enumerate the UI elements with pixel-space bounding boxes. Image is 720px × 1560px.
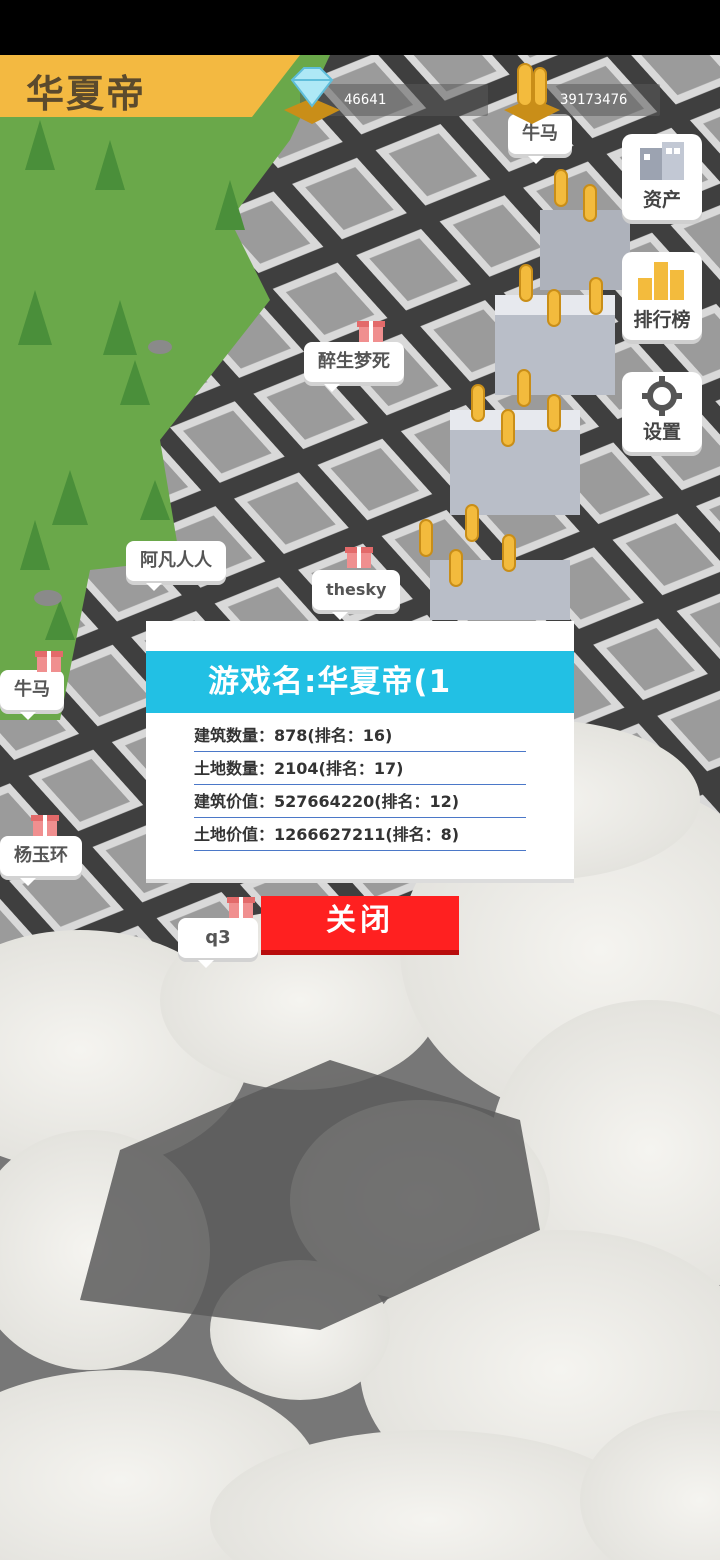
settings-button[interactable]: 设置 (622, 372, 702, 452)
row-value: 878(排名：16) (274, 726, 393, 745)
gift-box-icon (357, 321, 385, 342)
map-tag-player[interactable]: 牛马 (0, 670, 64, 720)
assets-label: 资产 (642, 189, 681, 211)
row-label: 建筑数量： (194, 726, 275, 745)
player-name-banner: 华夏帝 (0, 55, 300, 117)
gift-box-icon (345, 547, 373, 568)
status-bar (0, 0, 720, 55)
row-value: 527664220(排名：12) (274, 792, 460, 811)
gem-count: 46641 (344, 92, 387, 108)
bar-chart-icon (638, 262, 684, 300)
diamond-icon (284, 67, 340, 124)
map-tag-player[interactable]: 阿凡人人 (126, 541, 226, 591)
map-tag-player[interactable]: 醉生梦死 (304, 342, 404, 392)
game-map[interactable]: 华夏帝 46641 39173476 牛马 资产 排行榜 设置 醉生梦死 阿凡人… (0, 0, 720, 1560)
gear-icon (642, 376, 682, 416)
building-count-row: 建筑数量：878(排名：16) (194, 721, 526, 752)
player-name: 华夏帝 (26, 72, 147, 116)
map-tag-player[interactable]: thesky (312, 570, 401, 620)
gift-box-icon (31, 815, 59, 836)
land-value-row: 土地价值：1266627211(排名：8) (194, 820, 526, 851)
map-tag-player[interactable]: 杨玉环 (0, 836, 82, 886)
ranking-label: 排行榜 (633, 309, 691, 331)
ranking-button[interactable]: 排行榜 (622, 252, 702, 340)
assets-button[interactable]: 资产 (622, 134, 702, 220)
building-value-row: 建筑价值：527664220(排名：12) (194, 787, 526, 818)
row-label: 建筑价值： (194, 792, 275, 811)
dialog-title: 游戏名:华夏帝(1 (146, 651, 574, 713)
coin-count: 39173476 (560, 92, 628, 108)
gift-box-icon (35, 651, 63, 672)
settings-label: 设置 (642, 421, 681, 443)
close-button[interactable]: 关闭 (261, 896, 459, 950)
row-value: 1266627211(排名：8) (274, 825, 460, 844)
row-label: 土地价值： (194, 825, 275, 844)
land-count-row: 土地数量：2104(排名：17) (194, 754, 526, 785)
gift-box-icon (227, 897, 255, 918)
gold-coin-icon (504, 63, 560, 124)
row-value: 2104(排名：17) (274, 759, 404, 778)
player-info-dialog: 游戏名:华夏帝(1 建筑数量：878(排名：16) 土地数量：2104(排名：1… (146, 621, 574, 879)
buildings-icon (640, 142, 684, 180)
row-label: 土地数量： (194, 759, 275, 778)
map-tag-player[interactable]: q3 (178, 918, 258, 968)
